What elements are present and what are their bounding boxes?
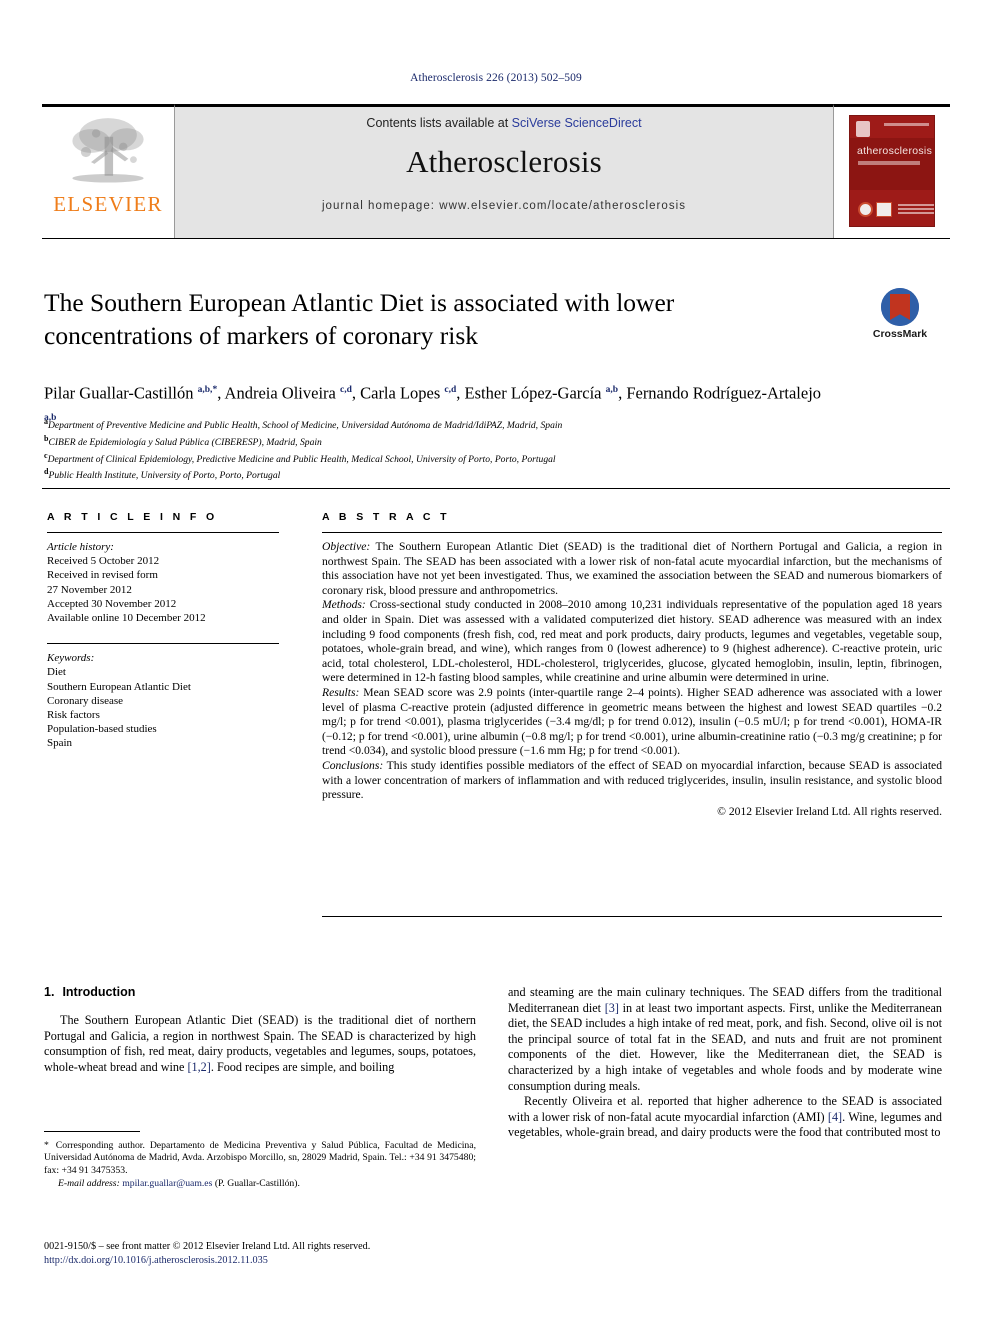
abstract-objective-label: Objective: bbox=[322, 540, 371, 553]
affiliation-item: aDepartment of Preventive Medicine and P… bbox=[44, 416, 924, 433]
email-link[interactable]: mpilar.guallar@uam.es bbox=[122, 1178, 212, 1189]
journal-cover-thumbnail: atherosclerosis bbox=[849, 115, 935, 227]
cover-journal-title: atherosclerosis bbox=[857, 145, 933, 157]
abstract-conclusions-text: This study identifies possible mediators… bbox=[322, 758, 942, 802]
keyword-item: Spain bbox=[47, 737, 73, 750]
elsevier-tree-icon bbox=[72, 118, 144, 183]
corresponding-author-footnote: * Corresponding author. Departamento de … bbox=[44, 1140, 476, 1191]
article-history-label: Article history: bbox=[47, 541, 114, 553]
cover-logo-group bbox=[858, 202, 934, 217]
elsevier-wordmark: ELSEVIER bbox=[53, 192, 163, 216]
contents-available-line: Contents lists available at SciVerse Sci… bbox=[175, 116, 833, 130]
page-title: The Southern European Atlantic Diet is a… bbox=[44, 288, 675, 350]
title-divider bbox=[42, 238, 950, 239]
cover-text-lines bbox=[898, 203, 934, 216]
abstract-rule bbox=[322, 532, 942, 533]
journal-masthead: ELSEVIER Contents lists available at Sci… bbox=[42, 104, 950, 238]
intro-paragraph-1-right: and steaming are the main culinary techn… bbox=[508, 985, 942, 1094]
keyword-item: Risk factors bbox=[47, 709, 100, 722]
history-item: Received in revised form bbox=[47, 569, 158, 582]
issn-line: 0021-9150/$ – see front matter © 2012 El… bbox=[44, 1241, 371, 1252]
running-head: Atherosclerosis 226 (2013) 502–509 bbox=[410, 72, 582, 84]
intro-paragraph-2: Recently Oliveira et al. reported that h… bbox=[508, 1094, 942, 1141]
affiliation-text: CIBER de Epidemiología y Salud Pública (… bbox=[48, 436, 322, 448]
cover-square-icon bbox=[876, 202, 892, 217]
journal-article-page: Atherosclerosis 226 (2013) 502–509 ELSEV… bbox=[0, 0, 992, 1323]
keyword-item: Diet bbox=[47, 666, 66, 679]
keywords-rule bbox=[47, 643, 279, 645]
email-line: E-mail address: mpilar.guallar@uam.es (P… bbox=[44, 1178, 476, 1190]
abstract-methods: Methods: Cross-sectional study conducted… bbox=[322, 598, 942, 686]
corresponding-author-line: * Corresponding author. Departamento de … bbox=[44, 1140, 476, 1177]
affiliation-item: dPublic Health Institute, University of … bbox=[44, 466, 924, 483]
abstract-conclusions: Conclusions: This study identifies possi… bbox=[322, 759, 942, 803]
keywords-label: Keywords: bbox=[47, 652, 95, 665]
abstract-heading: A B S T R A C T bbox=[322, 511, 450, 523]
abstract-copyright: © 2012 Elsevier Ireland Ltd. All rights … bbox=[717, 804, 942, 818]
info-divider bbox=[42, 488, 950, 489]
abstract-column: A B S T R A C T Objective: The Southern … bbox=[322, 511, 942, 819]
email-suffix: (P. Guallar-Castillón). bbox=[212, 1178, 300, 1190]
intro-paragraph-1-left: The Southern European Atlantic Diet (SEA… bbox=[44, 1013, 476, 1075]
cover-circle-icon bbox=[858, 202, 873, 217]
article-history-block: Article history: Received 5 October 2012… bbox=[47, 540, 279, 625]
journal-title: Atherosclerosis bbox=[406, 144, 602, 179]
publisher-logo-block: ELSEVIER bbox=[42, 104, 174, 238]
abstract-objective: Objective: The Southern European Atlanti… bbox=[322, 540, 942, 598]
affiliation-list: aDepartment of Preventive Medicine and P… bbox=[44, 416, 924, 483]
abstract-bottom-divider bbox=[322, 916, 942, 917]
keyword-item: Southern European Atlantic Diet bbox=[47, 680, 191, 693]
affiliation-text: Department of Preventive Medicine and Pu… bbox=[48, 420, 563, 432]
reference-link-4[interactable]: [4] bbox=[828, 1110, 842, 1124]
keywords-block: Keywords: Diet Southern European Atlanti… bbox=[47, 651, 279, 750]
corresponding-author-text: Corresponding author. Departamento de Me… bbox=[44, 1140, 476, 1176]
article-info-heading: A R T I C L E I N F O bbox=[47, 511, 218, 523]
crossmark-badge[interactable]: CrossMark bbox=[852, 288, 948, 340]
contents-prefix: Contents lists available at bbox=[366, 116, 512, 130]
footnote-star: * bbox=[44, 1140, 49, 1151]
history-item: Accepted 30 November 2012 bbox=[47, 597, 177, 610]
affiliation-text: Department of Clinical Epidemiology, Pre… bbox=[47, 453, 556, 465]
cover-subtitle-bar bbox=[858, 161, 920, 165]
reference-link-1-2[interactable]: [1,2] bbox=[187, 1060, 210, 1074]
body-column-right: and steaming are the main culinary techn… bbox=[508, 985, 942, 1141]
abstract-methods-label: Methods: bbox=[322, 598, 366, 612]
history-item: 27 November 2012 bbox=[47, 583, 132, 596]
intro-p1-tail: . Food recipes are simple, and boiling bbox=[210, 1059, 395, 1074]
email-label: E-mail address: bbox=[58, 1178, 120, 1190]
abstract-methods-text: Cross-sectional study conducted in 2008–… bbox=[322, 598, 942, 685]
doi-link[interactable]: http://dx.doi.org/10.1016/j.atherosclero… bbox=[44, 1254, 544, 1268]
crossmark-label: CrossMark bbox=[872, 328, 928, 340]
article-info-rule bbox=[47, 532, 279, 533]
history-item: Received 5 October 2012 bbox=[47, 555, 160, 568]
keyword-item: Population-based studies bbox=[47, 723, 157, 736]
journal-banner: Contents lists available at SciVerse Sci… bbox=[174, 104, 834, 238]
article-info-column: A R T I C L E I N F O Article history: R… bbox=[47, 511, 279, 751]
section-number: 1. bbox=[44, 985, 55, 999]
affiliation-item: cDepartment of Clinical Epidemiology, Pr… bbox=[44, 450, 924, 467]
crossmark-icon bbox=[881, 288, 919, 326]
abstract-results-label: Results: bbox=[322, 685, 360, 699]
journal-cover-block: atherosclerosis bbox=[834, 104, 950, 238]
cover-elsevier-mark-icon bbox=[856, 121, 870, 137]
footnote-divider bbox=[44, 1131, 140, 1132]
journal-homepage-link[interactable]: journal homepage: www.elsevier.com/locat… bbox=[175, 200, 833, 212]
reference-link-3[interactable]: [3] bbox=[605, 1001, 619, 1015]
section-title: Introduction bbox=[62, 985, 136, 999]
abstract-objective-text: The Southern European Atlantic Diet (SEA… bbox=[322, 540, 942, 597]
keyword-item: Coronary disease bbox=[47, 694, 124, 707]
introduction-heading: 1. Introduction bbox=[44, 985, 476, 999]
body-column-left: 1. Introduction The Southern European Atl… bbox=[44, 985, 476, 1075]
issn-copyright-block: 0021-9150/$ – see front matter © 2012 El… bbox=[44, 1240, 544, 1268]
abstract-results-text: Mean SEAD score was 2.9 points (inter-qu… bbox=[322, 685, 942, 758]
abstract-results: Results: Mean SEAD score was 2.9 points … bbox=[322, 686, 942, 759]
cover-topline bbox=[884, 123, 929, 126]
history-item: Available online 10 December 2012 bbox=[47, 612, 206, 625]
affiliation-item: bCIBER de Epidemiología y Salud Pública … bbox=[44, 433, 924, 450]
affiliation-text: Public Health Institute, University of P… bbox=[48, 470, 281, 482]
abstract-body: Objective: The Southern European Atlanti… bbox=[322, 540, 942, 819]
sciencedirect-link[interactable]: SciVerse ScienceDirect bbox=[512, 116, 642, 130]
abstract-conclusions-label: Conclusions: bbox=[322, 758, 384, 772]
